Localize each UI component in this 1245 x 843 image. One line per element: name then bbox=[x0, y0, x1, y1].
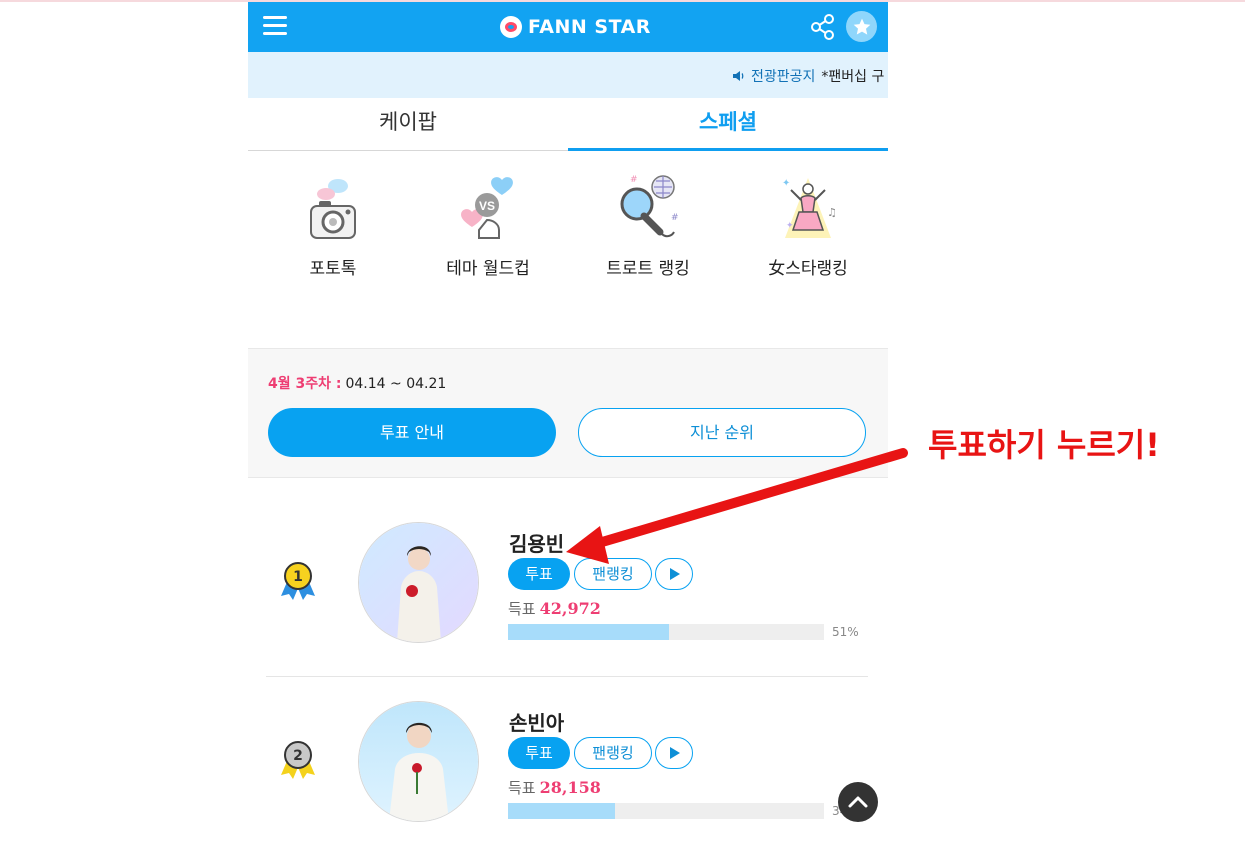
hamburger-icon[interactable] bbox=[263, 16, 287, 36]
category-label: 女스타랭킹 bbox=[768, 259, 848, 279]
logo-mark-icon bbox=[500, 16, 522, 38]
artist-name: 김용빈 bbox=[509, 532, 565, 556]
category-female-star-ranking[interactable]: ✦ ✦ ♫ 女스타랭킹 bbox=[728, 172, 888, 279]
tab-special[interactable]: 스페셜 bbox=[568, 98, 888, 151]
vote-progress-bar bbox=[508, 803, 824, 819]
chevron-up-icon bbox=[848, 796, 868, 808]
category-trot-ranking[interactable]: # # 트로트 랭킹 bbox=[568, 172, 728, 279]
vote-button[interactable]: 투표 bbox=[508, 737, 570, 769]
vote-guide-button[interactable]: 투표 안내 bbox=[268, 408, 556, 457]
ranking-item: 1 김용빈 투표 팬랭킹 득표 42,972 51% bbox=[248, 498, 888, 676]
category-menu: 포토톡 VS 테마 월드컵 # # 트로트 랭킹 ✦ ✦ ♫ 女스타랭킹 bbox=[248, 172, 888, 282]
female-star-icon: ✦ ✦ ♫ bbox=[782, 178, 837, 238]
svg-text:✦: ✦ bbox=[786, 221, 794, 231]
logo-text: FANN STAR bbox=[528, 16, 651, 38]
fan-ranking-button[interactable]: 팬랭킹 bbox=[574, 558, 652, 590]
fannstar-logo[interactable]: FANN STAR bbox=[500, 14, 651, 40]
rank-1-medal-icon: 1 bbox=[281, 562, 315, 600]
past-ranking-button[interactable]: 지난 순위 bbox=[578, 408, 866, 457]
week-panel: 4월 3주차 :04.14 ~ 04.21 투표 안내 지난 순위 bbox=[248, 348, 888, 478]
vote-progress-fill bbox=[508, 803, 616, 819]
week-info: 4월 3주차 :04.14 ~ 04.21 bbox=[268, 373, 446, 393]
category-label: 포토톡 bbox=[309, 259, 357, 279]
microphone-icon: # # bbox=[620, 175, 679, 238]
camera-icon bbox=[310, 179, 356, 239]
svg-text:VS: VS bbox=[479, 199, 495, 213]
vs-hearts-icon: VS bbox=[461, 177, 513, 239]
svg-text:2: 2 bbox=[293, 748, 303, 764]
svg-text:#: # bbox=[630, 175, 638, 185]
votes-label: 득표 bbox=[508, 600, 536, 618]
share-icon[interactable] bbox=[809, 13, 837, 41]
vote-count: 득표 28,158 bbox=[508, 777, 601, 798]
category-label: 테마 월드컵 bbox=[446, 259, 530, 279]
notice-ticker: 전광판공지 *팬버십 구 bbox=[248, 52, 888, 98]
svg-text:#: # bbox=[671, 213, 679, 223]
star-icon[interactable] bbox=[846, 11, 877, 42]
play-icon[interactable] bbox=[655, 737, 693, 769]
fannstar-app: FANN STAR 전광판공지 *팬버십 구 케이팝 스페셜 포토톡 VS 테마… bbox=[248, 2, 888, 843]
vote-progress-bar bbox=[508, 624, 824, 640]
category-phototalk[interactable]: 포토톡 bbox=[253, 172, 413, 279]
app-header: FANN STAR bbox=[248, 2, 888, 52]
votes-value: 42,972 bbox=[539, 599, 601, 618]
tab-kpop[interactable]: 케이팝 bbox=[248, 98, 568, 150]
vote-progress-fill bbox=[508, 624, 670, 640]
artist-name: 손빈아 bbox=[509, 711, 565, 735]
week-range: 04.14 ~ 04.21 bbox=[345, 376, 447, 392]
rank-2-medal-icon: 2 bbox=[281, 741, 315, 779]
category-label: 트로트 랭킹 bbox=[606, 259, 690, 279]
votes-value: 28,158 bbox=[539, 778, 601, 797]
vote-button[interactable]: 투표 bbox=[508, 558, 570, 590]
svg-text:♫: ♫ bbox=[827, 206, 837, 219]
ranking-item: 2 손빈아 투표 팬랭킹 득표28,158 34% bbox=[266, 676, 868, 843]
votes-label: 득표 bbox=[508, 779, 536, 797]
fan-ranking-button[interactable]: 팬랭킹 bbox=[574, 737, 652, 769]
main-tabs: 케이팝 스페셜 bbox=[248, 98, 888, 151]
avatar[interactable] bbox=[358, 701, 479, 822]
week-label: 4월 3주차 : bbox=[268, 376, 342, 392]
speaker-icon bbox=[733, 71, 744, 81]
avatar[interactable] bbox=[358, 522, 479, 643]
notice-text: *팬버십 구 bbox=[821, 69, 885, 85]
svg-text:✦: ✦ bbox=[782, 178, 790, 189]
category-theme-worldcup[interactable]: VS 테마 월드컵 bbox=[408, 172, 568, 279]
vote-count: 득표 42,972 bbox=[508, 598, 601, 619]
annotation-text: 투표하기 누르기! bbox=[928, 426, 1160, 464]
svg-text:1: 1 bbox=[293, 569, 303, 585]
play-icon[interactable] bbox=[655, 558, 693, 590]
vote-percent: 51% bbox=[832, 625, 859, 639]
scroll-to-top-button[interactable] bbox=[838, 782, 878, 822]
notice-link[interactable]: 전광판공지 bbox=[751, 66, 815, 86]
